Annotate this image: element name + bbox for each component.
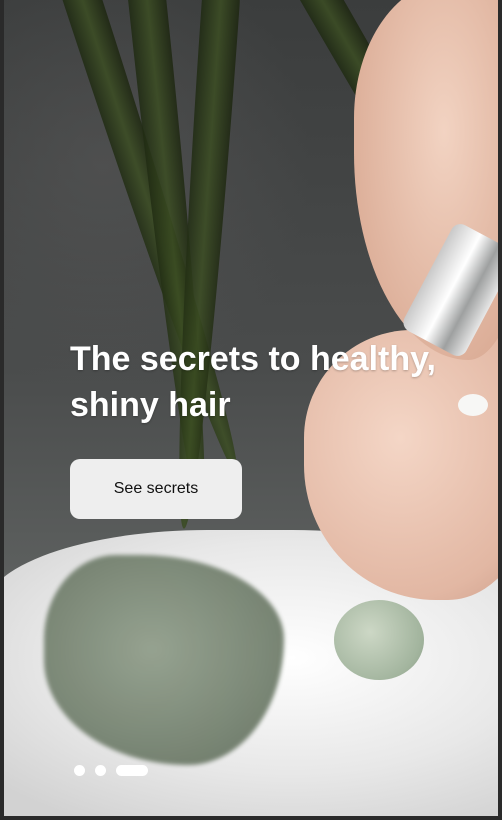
right-edge	[498, 0, 502, 820]
carousel-dot-1[interactable]	[74, 765, 85, 776]
carousel-dot-2[interactable]	[95, 765, 106, 776]
cream-drop-decoration	[458, 394, 488, 416]
onboarding-screen: The secrets to healthy, shiny hair See s…	[0, 0, 502, 820]
hero-headline: The secrets to healthy, shiny hair	[70, 340, 436, 424]
see-secrets-button[interactable]: See secrets	[70, 459, 242, 519]
carousel-indicator	[74, 765, 148, 776]
jade-roller-decoration	[334, 600, 424, 680]
carousel-dot-3-active[interactable]	[116, 765, 148, 776]
